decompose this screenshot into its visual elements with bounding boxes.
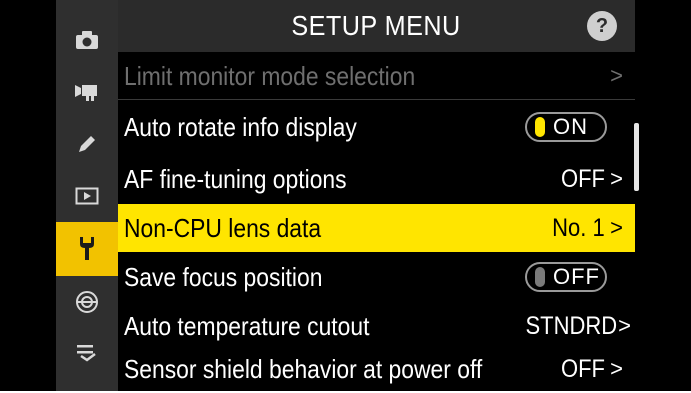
- playback-icon: [75, 186, 99, 206]
- toggle-switch[interactable]: OFF: [525, 262, 607, 292]
- chevron-right-icon: >: [618, 313, 631, 338]
- toggle-label: ON: [553, 114, 588, 139]
- menu-item-value: STNDRD: [525, 312, 617, 340]
- movie-camera-icon: [74, 82, 100, 102]
- sidebar-item-setup[interactable]: [56, 222, 118, 276]
- toggle-knob: [535, 117, 545, 137]
- menu-item-limit-monitor-mode: Limit monitor mode selection >: [118, 52, 635, 100]
- scrollbar[interactable]: [634, 123, 639, 191]
- menu-item-label: Auto temperature cutout: [124, 311, 370, 341]
- camera-icon: [75, 30, 99, 50]
- menu-sidebar: [56, 0, 118, 391]
- help-icon[interactable]: ?: [587, 11, 617, 41]
- toggle-knob: [535, 267, 545, 287]
- toggle-switch[interactable]: ON: [525, 112, 607, 142]
- sidebar-item-photo-shooting[interactable]: [56, 14, 118, 66]
- sidebar-item-custom-settings[interactable]: [56, 118, 118, 170]
- menu-item-auto-rotate-info[interactable]: Auto rotate info display ON: [118, 103, 635, 151]
- chevron-right-icon: >: [610, 166, 623, 191]
- menu-item-label: Non-CPU lens data: [124, 213, 322, 243]
- chevron-right-icon: >: [610, 63, 623, 88]
- divider: [118, 99, 635, 100]
- menu-item-save-focus-position[interactable]: Save focus position OFF: [118, 253, 635, 301]
- toggle-label: OFF: [553, 264, 600, 289]
- menu-item-af-fine-tuning[interactable]: AF fine-tuning options OFF >: [118, 155, 635, 203]
- camera-screen: SETUP MENU ? Limit monitor mode selectio…: [0, 0, 691, 391]
- menu-item-label: Sensor shield behavior at power off: [124, 354, 483, 384]
- menu-item-auto-temperature-cutout[interactable]: Auto temperature cutout STNDRD >: [118, 302, 635, 350]
- sidebar-item-movie-shooting[interactable]: [56, 66, 118, 118]
- menu-item-label: Limit monitor mode selection: [124, 61, 416, 91]
- pencil-icon: [76, 133, 98, 155]
- network-icon: [75, 290, 99, 314]
- sidebar-item-my-menu[interactable]: [56, 326, 118, 378]
- menu-item-value: OFF: [561, 355, 605, 383]
- chevron-right-icon: >: [610, 215, 623, 240]
- menu-item-label: Auto rotate info display: [124, 112, 357, 142]
- menu-list: Limit monitor mode selection > Auto rota…: [118, 52, 635, 391]
- title-bar: SETUP MENU ?: [118, 0, 635, 52]
- sidebar-item-playback[interactable]: [56, 170, 118, 222]
- page-title: SETUP MENU: [291, 10, 462, 41]
- menu-item-label: Save focus position: [124, 262, 323, 292]
- menu-item-non-cpu-lens-data[interactable]: Non-CPU lens data No. 1 >: [118, 204, 635, 252]
- menu-item-sensor-shield-behavior[interactable]: Sensor shield behavior at power off OFF …: [118, 345, 635, 393]
- menu-item-label: AF fine-tuning options: [124, 164, 347, 194]
- my-menu-icon: [75, 342, 99, 362]
- menu-item-value: OFF: [561, 165, 605, 193]
- chevron-right-icon: >: [610, 356, 623, 381]
- menu-item-value: No. 1: [552, 214, 605, 242]
- wrench-icon: [77, 236, 97, 262]
- sidebar-item-network[interactable]: [56, 276, 118, 328]
